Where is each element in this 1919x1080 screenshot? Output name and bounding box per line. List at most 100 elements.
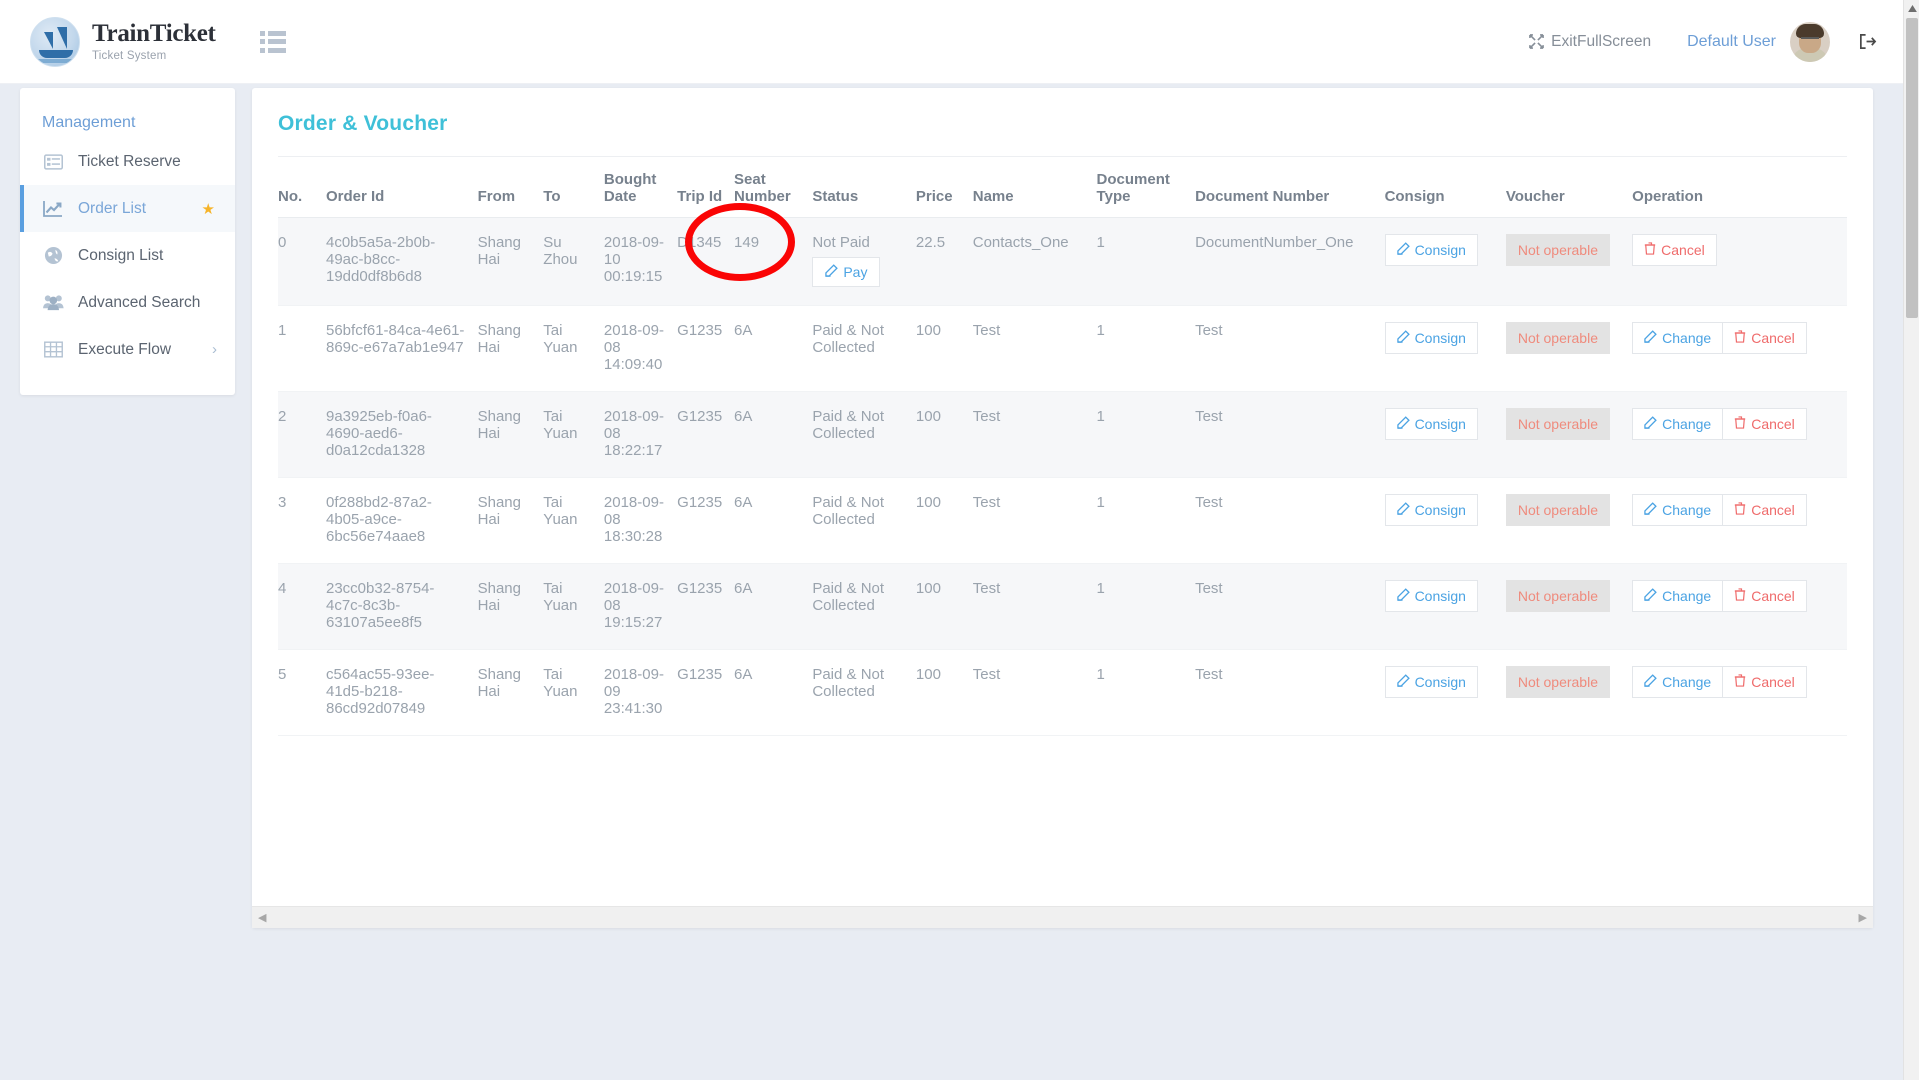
page-scrollbar[interactable] — [1903, 0, 1919, 1080]
sidebar-item-advanced-search[interactable]: Advanced Search — [20, 279, 235, 326]
consign-label: Consign — [1414, 416, 1466, 432]
cell-bought-date: 2018-09-08 14:09:40 — [603, 305, 678, 392]
cell-voucher: Not operable — [1505, 391, 1633, 478]
cancel-button[interactable]: Cancel — [1632, 234, 1717, 266]
list-alt-icon — [42, 152, 64, 171]
user-name-link[interactable]: Default User — [1687, 33, 1776, 51]
cancel-button[interactable]: Cancel — [1723, 494, 1807, 526]
table-row: 2 9a3925eb-f0a6-4690-aed6-d0a12cda1328 Sha… — [278, 391, 1847, 478]
cell-bought-date: 2018-09-09 23:41:30 — [603, 649, 678, 736]
cancel-button[interactable]: Cancel — [1723, 322, 1807, 354]
not-operable-button: Not operable — [1505, 234, 1610, 266]
cell-consign: Consign — [1384, 217, 1506, 306]
cell-from: Shang Hai — [477, 391, 544, 478]
not-operable-button: Not operable — [1505, 322, 1610, 354]
consign-button[interactable]: Consign — [1384, 580, 1478, 612]
edit-pencil-icon — [825, 264, 839, 280]
cell-operation: Cancel — [1632, 217, 1847, 306]
cell-status: Paid & Not Collected — [812, 305, 916, 392]
cancel-label: Cancel — [1661, 242, 1705, 258]
sidebar-item-label: Consign List — [78, 246, 164, 264]
scroll-left-arrow-icon[interactable]: ◀ — [258, 911, 266, 924]
trash-icon — [1644, 242, 1656, 258]
change-button[interactable]: Change — [1632, 408, 1724, 440]
table-icon — [42, 340, 64, 359]
table-row: 3 0f288bd2-87a2-4b05-a9ce-6bc56e74aae8 Sha… — [278, 477, 1847, 564]
table-horizontal-scrollbar[interactable]: ◀ ▶ — [252, 906, 1873, 928]
pay-button[interactable]: Pay — [812, 257, 881, 287]
cell-consign: Consign — [1384, 477, 1506, 564]
page-scrollbar-thumb[interactable] — [1906, 18, 1918, 318]
cell-to: Tai Yuan — [543, 305, 604, 392]
cell-status: Paid & Not Collected — [812, 563, 916, 650]
cell-no: 1 — [278, 305, 326, 392]
exit-fullscreen-button[interactable]: ExitFullScreen — [1529, 33, 1651, 51]
cell-price: 100 — [915, 477, 973, 564]
col-to: To — [543, 157, 604, 218]
cell-order-id: 56bfcf61-84ca-4e61-869c-e67a7ab1e947 — [326, 305, 478, 392]
trash-icon — [1734, 588, 1746, 604]
sidebar-item-execute-flow[interactable]: Execute Flow › — [20, 326, 235, 373]
edit-pencil-icon — [1396, 502, 1410, 518]
cell-no: 5 — [278, 649, 326, 736]
trash-icon — [1734, 416, 1746, 432]
cancel-label: Cancel — [1751, 674, 1795, 690]
consign-button[interactable]: Consign — [1384, 666, 1478, 698]
chevron-right-icon: › — [212, 341, 217, 358]
cell-seat-number: 6A — [734, 477, 813, 564]
cell-name: Test — [972, 391, 1097, 478]
operation-button-group: Cancel — [1632, 234, 1717, 266]
consign-button[interactable]: Consign — [1384, 408, 1478, 440]
star-icon[interactable]: ★ — [202, 200, 215, 218]
not-operable-label: Not operable — [1517, 588, 1598, 604]
cell-operation: Change Cancel — [1632, 305, 1847, 392]
cancel-button[interactable]: Cancel — [1723, 580, 1807, 612]
cell-status: Paid & Not Collected — [812, 477, 916, 564]
col-seat-number: Seat Number — [734, 157, 813, 218]
cell-name: Test — [972, 477, 1097, 564]
consign-button[interactable]: Consign — [1384, 494, 1478, 526]
operation-button-group: Change Cancel — [1632, 494, 1807, 526]
sidebar-item-order-list[interactable]: Order List ★ — [20, 185, 235, 232]
cell-bought-date: 2018-09-08 19:15:27 — [603, 563, 678, 650]
cell-from: Shang Hai — [477, 649, 544, 736]
sidebar-item-consign-list[interactable]: Consign List — [20, 232, 235, 279]
col-name: Name — [972, 157, 1097, 218]
status-text: Paid & Not Collected — [812, 666, 885, 700]
change-button[interactable]: Change — [1632, 494, 1724, 526]
scroll-up-arrow-icon[interactable] — [1904, 0, 1919, 17]
avatar[interactable] — [1790, 21, 1830, 62]
change-button[interactable]: Change — [1632, 322, 1724, 354]
cell-status: Paid & Not Collected — [812, 649, 916, 736]
hamburger-icon[interactable] — [259, 30, 286, 53]
change-button[interactable]: Change — [1632, 580, 1724, 612]
sidebar-item-ticket-reserve[interactable]: Ticket Reserve — [20, 138, 235, 185]
cell-from: Shang Hai — [477, 217, 544, 306]
brand-logo-block[interactable]: TrainTicket Ticket System — [30, 16, 216, 67]
cancel-button[interactable]: Cancel — [1723, 666, 1807, 698]
page-title: Order & Voucher — [278, 112, 448, 135]
cell-trip-id: G1235 — [677, 649, 735, 736]
sign-out-icon[interactable] — [1858, 32, 1877, 51]
scroll-right-arrow-icon[interactable]: ▶ — [1859, 911, 1867, 924]
header-right-area: ExitFullScreen Default User — [1529, 21, 1877, 62]
cell-no: 3 — [278, 477, 326, 564]
consign-button[interactable]: Consign — [1384, 234, 1478, 266]
sidebar-item-label: Execute Flow — [78, 340, 172, 358]
trash-icon — [1734, 674, 1746, 690]
edit-pencil-icon — [1396, 674, 1410, 690]
status-text: Paid & Not Collected — [812, 322, 885, 356]
change-button[interactable]: Change — [1632, 666, 1724, 698]
cell-consign: Consign — [1384, 391, 1506, 478]
trash-icon — [1734, 502, 1746, 518]
cancel-label: Cancel — [1751, 330, 1795, 346]
cell-to: Tai Yuan — [543, 649, 604, 736]
cell-price: 22.5 — [915, 217, 973, 306]
cell-voucher: Not operable — [1505, 649, 1633, 736]
cancel-button[interactable]: Cancel — [1723, 408, 1807, 440]
consign-button[interactable]: Consign — [1384, 322, 1478, 354]
col-order-id: Order Id — [326, 157, 478, 218]
compress-arrows-icon — [1529, 34, 1544, 49]
cell-voucher: Not operable — [1505, 563, 1633, 650]
consign-label: Consign — [1414, 330, 1466, 346]
